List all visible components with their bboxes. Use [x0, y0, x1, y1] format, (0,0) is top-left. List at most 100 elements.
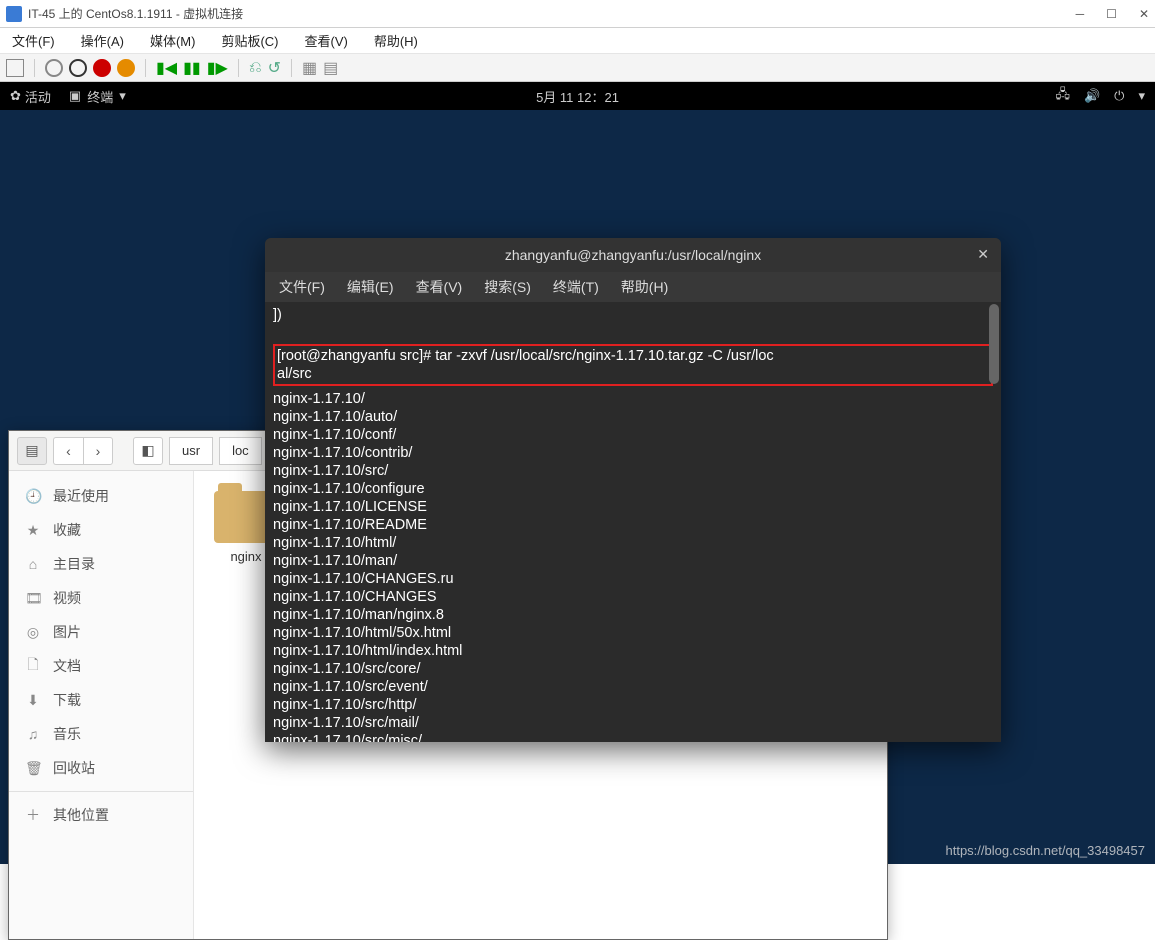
snapshot-icon[interactable]: ▮◀ [156, 58, 177, 78]
sidebar-item-pictures[interactable]: ◎ 图片 [9, 615, 193, 649]
sidebar-item-label: 收藏 [53, 520, 81, 540]
term-menu-view[interactable]: 查看(V) [416, 277, 463, 297]
term-menu-help[interactable]: 帮助(H) [621, 277, 668, 297]
revert-icon[interactable]: ↺ [268, 58, 281, 78]
gear-icon: ✿ [10, 88, 21, 104]
share-icon[interactable]: ▤ [323, 58, 338, 78]
sidebar-item-label: 回收站 [53, 758, 95, 778]
pause2-icon[interactable]: ▮▮ [183, 58, 201, 78]
recent-icon: 🕘 [25, 488, 41, 505]
terminal-line: nginx-1.17.10/html/index.html [273, 642, 993, 660]
scrollbar[interactable] [989, 304, 999, 384]
download-icon: ⬇ [25, 692, 41, 709]
path-root-button[interactable]: ◧ [133, 437, 163, 465]
pause-button[interactable] [69, 59, 87, 77]
guest-desktop: ✿ 活动 ▣ 终端 ▾ 5月 11 12：21 🖧 🔊 ⏻ ▾ ▤ ‹ › ◧ … [0, 82, 1155, 864]
watermark: https://blog.csdn.net/qq_33498457 [946, 843, 1146, 858]
terminal-titlebar[interactable]: zhangyanfu@zhangyanfu:/usr/local/nginx ✕ [265, 238, 1001, 272]
terminal-icon: ▣ [69, 88, 81, 104]
drive-button[interactable]: ▤ [17, 437, 47, 465]
terminal-line: nginx-1.17.10/src/ [273, 462, 993, 480]
volume-icon[interactable]: 🔊 [1084, 88, 1100, 104]
music-icon: ♫ [25, 726, 41, 742]
trash-icon: 🗑 [25, 760, 41, 777]
terminal-line: nginx-1.17.10/html/50x.html [273, 624, 993, 642]
star-icon: ★ [25, 522, 41, 539]
stop-button[interactable] [93, 59, 111, 77]
sidebar-item-documents[interactable]: 🗋文档 [9, 649, 193, 683]
sidebar-item-label: 图片 [53, 622, 81, 642]
terminal-line: nginx-1.17.10/src/http/ [273, 696, 993, 714]
network-icon[interactable]: 🖧 [1055, 85, 1070, 107]
terminal-output: nginx-1.17.10/nginx-1.17.10/auto/nginx-1… [273, 390, 993, 742]
terminal-line: nginx-1.17.10/src/core/ [273, 660, 993, 678]
power-button[interactable] [117, 59, 135, 77]
sidebar-item-home[interactable]: ⌂主目录 [9, 547, 193, 581]
ctrlaltdel-icon[interactable] [6, 59, 24, 77]
chevron-down-icon[interactable]: ▾ [1138, 88, 1145, 104]
clock[interactable]: 5月 11 12：21 [536, 87, 619, 106]
terminal-window: zhangyanfu@zhangyanfu:/usr/local/nginx ✕… [265, 238, 1001, 742]
sidebar-item-label: 音乐 [53, 724, 81, 744]
checkpoint-icon[interactable]: ⎌ [249, 59, 262, 77]
terminal-line: nginx-1.17.10/CHANGES [273, 588, 993, 606]
term-menu-search[interactable]: 搜索(S) [484, 277, 531, 297]
sidebar-item-other[interactable]: ＋其他位置 [9, 798, 193, 832]
terminal-cmd-line: al/src [277, 365, 989, 383]
sidebar-item-starred[interactable]: ★ 收藏 [9, 513, 193, 547]
highlighted-command: [root@zhangyanfu src]# tar -zxvf /usr/lo… [273, 344, 993, 386]
sidebar-item-music[interactable]: ♫ 音乐 [9, 717, 193, 751]
terminal-line: nginx-1.17.10/man/ [273, 552, 993, 570]
path-segment-usr[interactable]: usr [169, 437, 213, 465]
menu-action[interactable]: 操作(A) [81, 31, 124, 50]
host-toolbar: ▮◀ ▮▮ ▮▶ ⎌ ↺ ▦ ▤ [0, 54, 1155, 82]
term-menu-edit[interactable]: 编辑(E) [347, 277, 394, 297]
sidebar-item-trash[interactable]: 🗑 回收站 [9, 751, 193, 785]
sidebar-item-recent[interactable]: 🕘 最近使用 [9, 479, 193, 513]
menu-view[interactable]: 查看(V) [305, 31, 348, 50]
terminal-line: nginx-1.17.10/auto/ [273, 408, 993, 426]
minimize-button[interactable]: ─ [1076, 7, 1085, 21]
terminal-line: ]) [273, 306, 993, 324]
terminal-body[interactable]: ]) [root@zhangyanfu src]# tar -zxvf /usr… [265, 302, 1001, 742]
terminal-line: nginx-1.17.10/src/mail/ [273, 714, 993, 732]
menu-clipboard[interactable]: 剪贴板(C) [221, 31, 278, 50]
close-icon[interactable]: ✕ [977, 246, 989, 263]
start-button[interactable] [45, 59, 63, 77]
chevron-down-icon: ▾ [119, 88, 126, 104]
terminal-line: nginx-1.17.10/contrib/ [273, 444, 993, 462]
enhanced-icon[interactable]: ▦ [302, 58, 317, 78]
terminal-line: nginx-1.17.10/src/event/ [273, 678, 993, 696]
sidebar-item-label: 最近使用 [53, 486, 109, 506]
terminal-line: nginx-1.17.10/conf/ [273, 426, 993, 444]
activities-button[interactable]: ✿ 活动 [10, 87, 51, 106]
power-icon[interactable]: ⏻ [1114, 88, 1124, 104]
play-icon[interactable]: ▮▶ [207, 58, 228, 78]
menu-help[interactable]: 帮助(H) [374, 31, 418, 50]
terminal-menubar: 文件(F) 编辑(E) 查看(V) 搜索(S) 终端(T) 帮助(H) [265, 272, 1001, 302]
sidebar-item-label: 文档 [53, 656, 81, 676]
menu-file[interactable]: 文件(F) [12, 31, 55, 50]
terminal-cmd-line: [root@zhangyanfu src]# tar -zxvf /usr/lo… [277, 347, 989, 365]
forward-button[interactable]: › [83, 437, 113, 465]
gnome-topbar: ✿ 活动 ▣ 终端 ▾ 5月 11 12：21 🖧 🔊 ⏻ ▾ [0, 82, 1155, 110]
term-menu-terminal[interactable]: 终端(T) [553, 277, 599, 297]
sidebar-item-label: 视频 [53, 588, 81, 608]
terminal-line: nginx-1.17.10/CHANGES.ru [273, 570, 993, 588]
terminal-line: nginx-1.17.10/man/nginx.8 [273, 606, 993, 624]
picture-icon: ◎ [25, 624, 41, 641]
terminal-line: nginx-1.17.10/configure [273, 480, 993, 498]
sidebar-item-downloads[interactable]: ⬇下载 [9, 683, 193, 717]
terminal-app-indicator[interactable]: ▣ 终端 ▾ [69, 87, 126, 106]
path-segment-local[interactable]: loc [219, 437, 262, 465]
term-menu-file[interactable]: 文件(F) [279, 277, 325, 297]
files-sidebar: 🕘最近使用 ★收藏 ⌂主目录 🎞视频 ◎图片 🗋文档 ⬇下载 ♫音乐 🗑回收站 … [9, 471, 194, 939]
terminal-indicator-label: 终端 [87, 87, 113, 106]
activities-label: 活动 [25, 87, 51, 106]
maximize-button[interactable]: ☐ [1106, 7, 1117, 21]
close-button[interactable]: ✕ [1139, 7, 1149, 21]
sidebar-item-videos[interactable]: 🎞视频 [9, 581, 193, 615]
menu-media[interactable]: 媒体(M) [150, 31, 196, 50]
back-button[interactable]: ‹ [53, 437, 83, 465]
folder-label: nginx [230, 549, 261, 564]
